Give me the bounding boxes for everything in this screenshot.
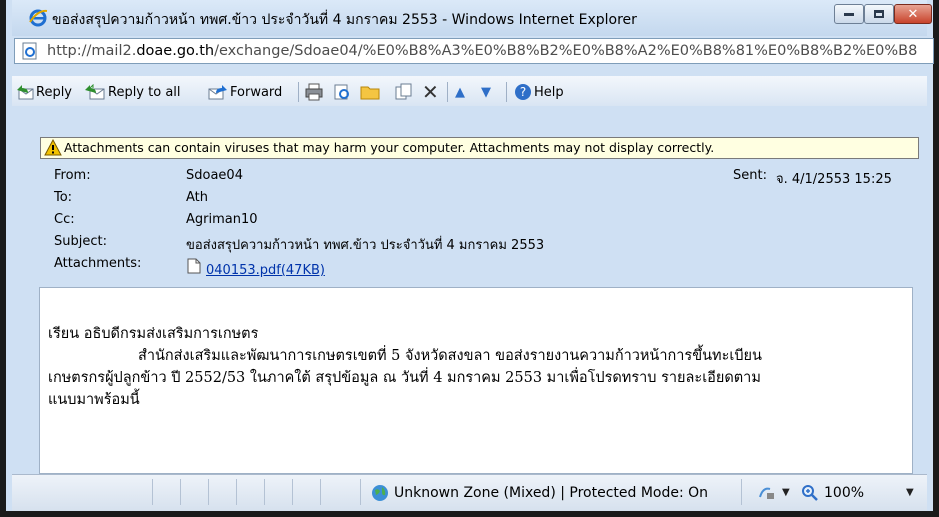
maximize-button[interactable]: [864, 4, 894, 24]
status-cell: [264, 479, 293, 505]
copy-icon: [395, 83, 412, 100]
forward-button[interactable]: Forward: [208, 82, 282, 102]
title-bar: ขอส่งสรุปความก้าวหน้า ทพศ.ข้าว ประจำวันท…: [12, 0, 932, 36]
attachment-link[interactable]: 040153.pdf(47KB): [206, 263, 325, 278]
close-button[interactable]: ✕: [894, 4, 932, 24]
print-icon: [305, 83, 323, 101]
maximize-icon: [874, 10, 884, 18]
help-icon: ?: [515, 84, 531, 100]
globe-icon: [372, 485, 388, 501]
delete-button[interactable]: ✕: [422, 80, 439, 104]
ie-window: ขอส่งสรุปความก้าวหน้า ทพศ.ข้าว ประจำวันท…: [0, 0, 939, 517]
warning-text: Attachments can contain viruses that may…: [64, 140, 715, 155]
minimize-icon: [844, 12, 854, 16]
status-cell: [208, 479, 237, 505]
toolbar-separator: [506, 82, 507, 102]
from-label: From:: [54, 168, 91, 183]
chevron-down-icon[interactable]: ▼: [906, 487, 914, 498]
to-label: To:: [54, 190, 73, 205]
address-bar[interactable]: http://mail2.doae.go.th/exchange/Sdoae04…: [14, 38, 934, 64]
toolbar-separator: [298, 82, 299, 102]
warning-icon: [44, 139, 62, 156]
reply-all-icon: [85, 84, 105, 100]
sent-value: จ. 4/1/2553 15:25: [776, 172, 892, 187]
help-button[interactable]: ? Help: [514, 82, 564, 102]
from-value[interactable]: Sdoae04: [186, 168, 243, 183]
subject-value: ขอส่งสรุปความก้าวหน้า ทพศ.ข้าว ประจำวันท…: [186, 238, 545, 253]
status-cell: [180, 479, 209, 505]
copy-button[interactable]: [394, 82, 416, 102]
subject-label: Subject:: [54, 234, 107, 249]
message-pane: Attachments can contain viruses that may…: [12, 106, 927, 475]
body-line-2: สำนักส่งเสริมและพัฒนาการเกษตรเขตที่ 5 จั…: [138, 348, 762, 364]
status-cell: [236, 479, 265, 505]
attachment-warning: Attachments can contain viruses that may…: [40, 137, 919, 159]
security-icon[interactable]: [758, 485, 776, 501]
previous-button[interactable]: ▲: [455, 82, 465, 102]
minimize-button[interactable]: [834, 4, 864, 24]
reply-label: Reply: [36, 84, 73, 100]
attachment-icon: [187, 258, 201, 274]
zoom-level[interactable]: 100%: [824, 485, 864, 501]
address-url: http://mail2.doae.go.th/exchange/Sdoae04…: [47, 43, 918, 59]
security-zone[interactable]: Unknown Zone (Mixed) | Protected Mode: O…: [394, 485, 708, 501]
folder-icon: [360, 86, 380, 100]
print-button[interactable]: [304, 82, 326, 102]
body-line-1: เรียน อธิบดีกรมส่งเสริมการเกษตร: [48, 326, 259, 342]
status-bar: Unknown Zone (Mixed) | Protected Mode: O…: [12, 474, 927, 511]
window-title: ขอส่งสรุปความก้าวหน้า ทพศ.ข้าว ประจำวันท…: [52, 12, 637, 28]
forward-label: Forward: [230, 84, 283, 100]
down-icon: ▼: [481, 84, 491, 100]
sent-label: Sent:: [733, 168, 767, 183]
status-cell: [320, 479, 361, 505]
up-icon: ▲: [455, 84, 465, 100]
help-label: Help: [534, 84, 564, 100]
move-button[interactable]: [332, 82, 354, 102]
cc-value[interactable]: Agriman10: [186, 212, 258, 227]
delete-icon: ✕: [422, 80, 439, 104]
close-icon: ✕: [907, 6, 919, 22]
status-cell: [152, 479, 181, 505]
zoom-icon: [802, 485, 818, 501]
status-divider: [740, 479, 742, 505]
next-button[interactable]: ▼: [481, 82, 491, 102]
status-cell: [292, 479, 321, 505]
cc-label: Cc:: [54, 212, 75, 227]
page-icon: [22, 42, 37, 60]
body-line-3: เกษตรกรผู้ปลูกข้าว ปี 2552/53 ในภาคใต้ ส…: [48, 370, 761, 386]
reply-all-label: Reply to all: [108, 84, 181, 100]
message-body: เรียน อธิบดีกรมส่งเสริมการเกษตร สำนักส่ง…: [39, 287, 913, 474]
svg-text:?: ?: [520, 85, 526, 99]
reply-all-button[interactable]: Reply to all: [84, 82, 181, 102]
forward-icon: [208, 85, 227, 100]
attachments-label: Attachments:: [54, 256, 142, 271]
body-line-4: แนบมาพร้อมนี้: [48, 392, 140, 408]
status-cell: [12, 479, 153, 505]
folder-button[interactable]: [360, 82, 382, 102]
chevron-down-icon[interactable]: ▼: [782, 487, 790, 498]
reply-icon: [17, 85, 34, 100]
toolbar-separator: [447, 82, 448, 102]
to-value[interactable]: Ath: [186, 190, 208, 205]
move-icon: [334, 84, 349, 100]
mail-toolbar: Reply Reply to all Forward ✕ ▲ ▼ ? Help: [12, 76, 927, 107]
ie-icon: [29, 9, 48, 27]
reply-button[interactable]: Reply: [16, 82, 72, 102]
